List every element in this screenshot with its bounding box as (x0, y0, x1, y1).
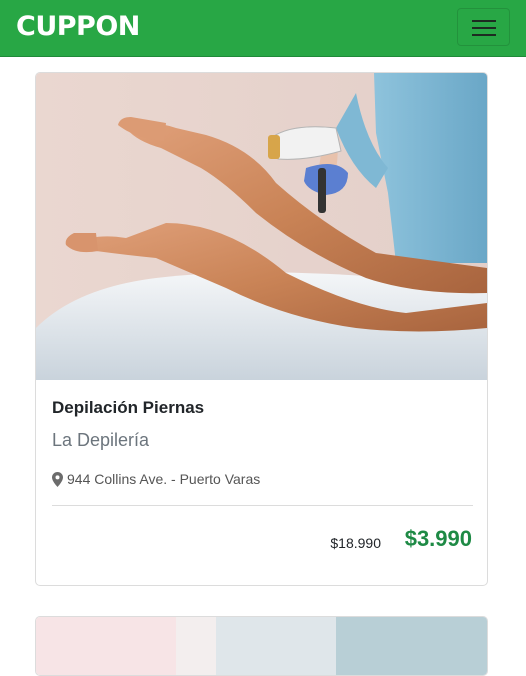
navbar: CUPPON (0, 0, 526, 57)
deal-title[interactable]: Depilación Piernas (52, 398, 204, 418)
original-price: $18.990 (330, 535, 381, 551)
merchant-name: La Depilería (52, 430, 150, 450)
menu-toggle-button[interactable] (457, 8, 510, 46)
deal-price: $3.990 (404, 526, 472, 551)
deal-image[interactable] (36, 73, 487, 380)
card-divider (52, 505, 473, 506)
deal-card[interactable]: Depilación Piernas La Depilería 944 Coll… (35, 72, 488, 586)
address-text: 944 Collins Ave. - Puerto Varas (67, 471, 261, 487)
deal-location: 944 Collins Ave. - Puerto Varas (52, 471, 260, 487)
deal-image[interactable] (36, 617, 487, 675)
map-marker-icon (52, 471, 63, 487)
brand-logo[interactable]: CUPPON (16, 11, 140, 42)
deal-card[interactable] (35, 616, 488, 676)
